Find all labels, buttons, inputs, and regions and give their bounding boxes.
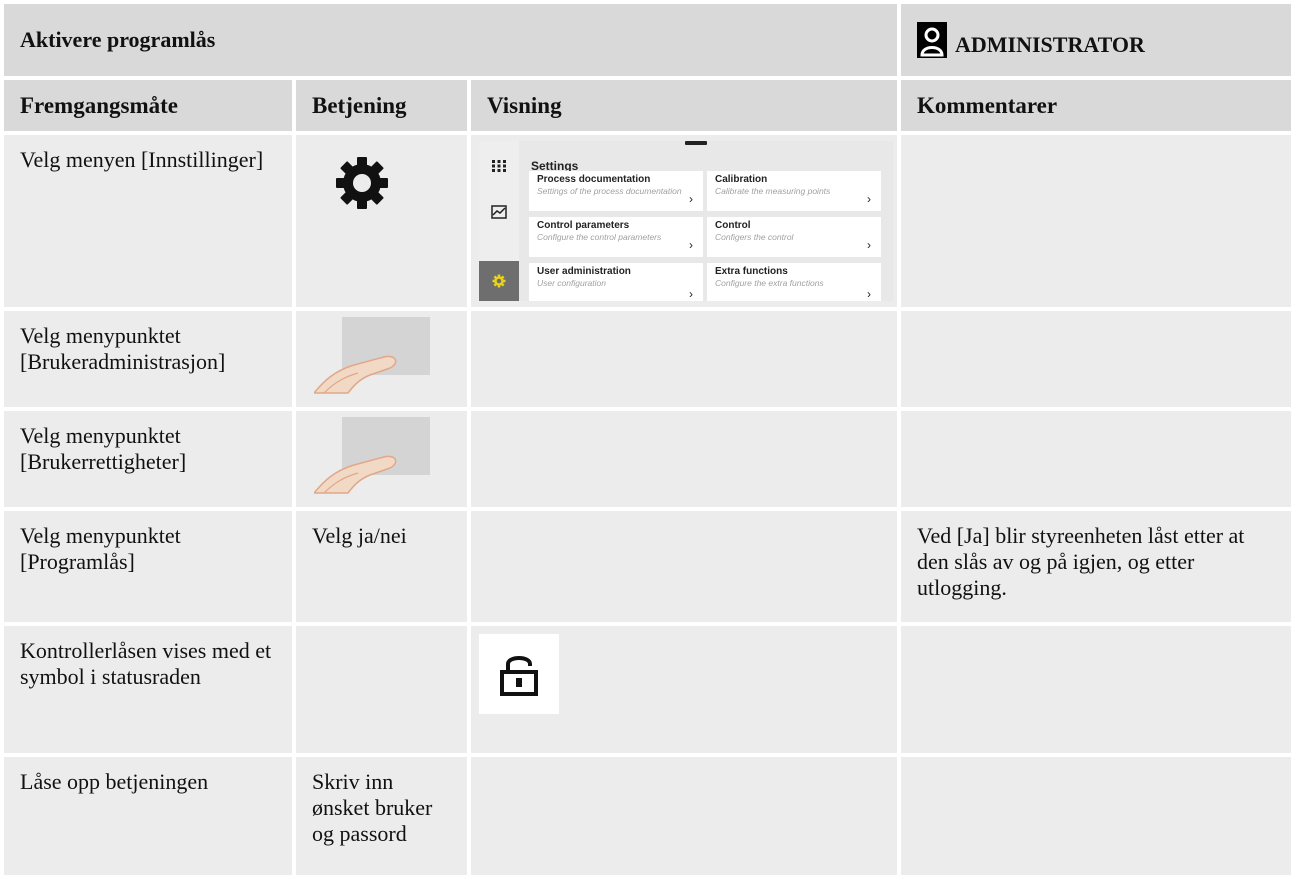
settings-screen-image: Settings Process documentation Settings … bbox=[479, 141, 893, 301]
operation-cell bbox=[296, 135, 467, 307]
display-cell bbox=[471, 626, 897, 753]
comment-text bbox=[901, 135, 1291, 307]
lock-icon-frame bbox=[479, 634, 559, 714]
step-text: Kontrollerlåsen vises med et symbol i st… bbox=[4, 626, 292, 753]
card-title: Control bbox=[715, 220, 751, 231]
table-row: Låse opp betjeningen Skriv inn ønsket br… bbox=[4, 757, 1291, 875]
column-header-comments: Kommentarer bbox=[901, 80, 1291, 131]
chevron-right-icon: › bbox=[867, 238, 871, 252]
card-title: Control parameters bbox=[537, 220, 630, 231]
comment-text bbox=[901, 311, 1291, 407]
procedure-title: Aktivere programlås bbox=[4, 4, 897, 76]
table-row: Velg menyen [Innstillinger] Settings Pro… bbox=[4, 135, 1291, 307]
operation-cell bbox=[296, 311, 467, 407]
card-title: Calibration bbox=[715, 174, 768, 185]
document-page: Aktivere programlås ADMINISTRATOR Fremga… bbox=[0, 0, 1291, 875]
chevron-right-icon: › bbox=[867, 287, 871, 301]
settings-card-extra-functions[interactable]: Extra functions Configure the extra func… bbox=[707, 263, 881, 301]
role-cell: ADMINISTRATOR bbox=[901, 4, 1291, 76]
settings-nav-active bbox=[479, 261, 519, 301]
comment-text bbox=[901, 411, 1291, 507]
card-subtitle: Configure the extra functions bbox=[715, 278, 824, 288]
column-header-row: Fremgangsmåte Betjening Visning Kommenta… bbox=[4, 80, 1291, 131]
table-row: Velg menypunktet [Brukerrettigheter] bbox=[4, 411, 1291, 507]
operation-cell bbox=[296, 411, 467, 507]
comment-text bbox=[901, 626, 1291, 753]
card-subtitle: Configers the control bbox=[715, 232, 794, 242]
user-icon bbox=[917, 22, 947, 58]
settings-card-process-documentation[interactable]: Process documentation Settings of the pr… bbox=[529, 171, 703, 211]
display-cell bbox=[471, 511, 897, 622]
table-row: Kontrollerlåsen vises med et symbol i st… bbox=[4, 626, 1291, 753]
settings-card-calibration[interactable]: Calibration Calibrate the measuring poin… bbox=[707, 171, 881, 211]
table-row: Velg menypunktet [Brukeradministrasjon] bbox=[4, 311, 1291, 407]
instruction-table: Aktivere programlås ADMINISTRATOR Fremga… bbox=[0, 0, 1291, 879]
column-header-display: Visning bbox=[471, 80, 897, 131]
step-text: Velg menypunktet [Programlås] bbox=[4, 511, 292, 622]
display-cell bbox=[471, 411, 897, 507]
settings-card-control[interactable]: Control Configers the control › bbox=[707, 217, 881, 257]
operation-text: Skriv inn ønsket bruker og passord bbox=[296, 757, 467, 875]
column-header-procedure: Fremgangsmåte bbox=[4, 80, 292, 131]
table-row: Velg menypunktet [Programlås] Velg ja/ne… bbox=[4, 511, 1291, 622]
lock-icon bbox=[500, 656, 538, 696]
chevron-right-icon: › bbox=[689, 192, 693, 206]
step-text: Velg menyen [Innstillinger] bbox=[4, 135, 292, 307]
step-text: Velg menypunktet [Brukeradministrasjon] bbox=[4, 311, 292, 407]
status-notch bbox=[685, 141, 707, 145]
card-subtitle: Configure the control parameters bbox=[537, 232, 662, 242]
apps-grid-icon bbox=[492, 160, 506, 172]
operation-text bbox=[296, 626, 467, 753]
chevron-right-icon: › bbox=[867, 192, 871, 206]
gear-icon bbox=[336, 157, 388, 209]
card-subtitle: Calibrate the measuring points bbox=[715, 186, 831, 196]
step-text: Velg menypunktet [Brukerrettigheter] bbox=[4, 411, 292, 507]
card-title: Process documentation bbox=[537, 174, 651, 185]
settings-card-user-administration[interactable]: User administration User configuration › bbox=[529, 263, 703, 301]
card-subtitle: User configuration bbox=[537, 278, 606, 288]
card-subtitle: Settings of the process documentation bbox=[537, 186, 682, 196]
gear-icon bbox=[492, 274, 506, 288]
settings-card-control-parameters[interactable]: Control parameters Configure the control… bbox=[529, 217, 703, 257]
display-cell: Settings Process documentation Settings … bbox=[471, 135, 897, 307]
card-title: Extra functions bbox=[715, 266, 788, 277]
finger-tap-icon bbox=[312, 417, 430, 494]
display-cell bbox=[471, 757, 897, 875]
step-text: Låse opp betjeningen bbox=[4, 757, 292, 875]
role-label: ADMINISTRATOR bbox=[955, 32, 1145, 57]
chart-trend-icon bbox=[491, 205, 507, 219]
chevron-right-icon: › bbox=[689, 238, 693, 252]
column-header-operation: Betjening bbox=[296, 80, 467, 131]
finger-tap-icon bbox=[312, 317, 430, 394]
display-cell bbox=[471, 311, 897, 407]
comment-text bbox=[901, 757, 1291, 875]
comment-text: Ved [Ja] blir styreenheten låst etter at… bbox=[901, 511, 1291, 622]
operation-text: Velg ja/nei bbox=[296, 511, 467, 622]
chevron-right-icon: › bbox=[689, 287, 693, 301]
table-title-row: Aktivere programlås ADMINISTRATOR bbox=[4, 4, 1291, 76]
card-title: User administration bbox=[537, 266, 631, 277]
